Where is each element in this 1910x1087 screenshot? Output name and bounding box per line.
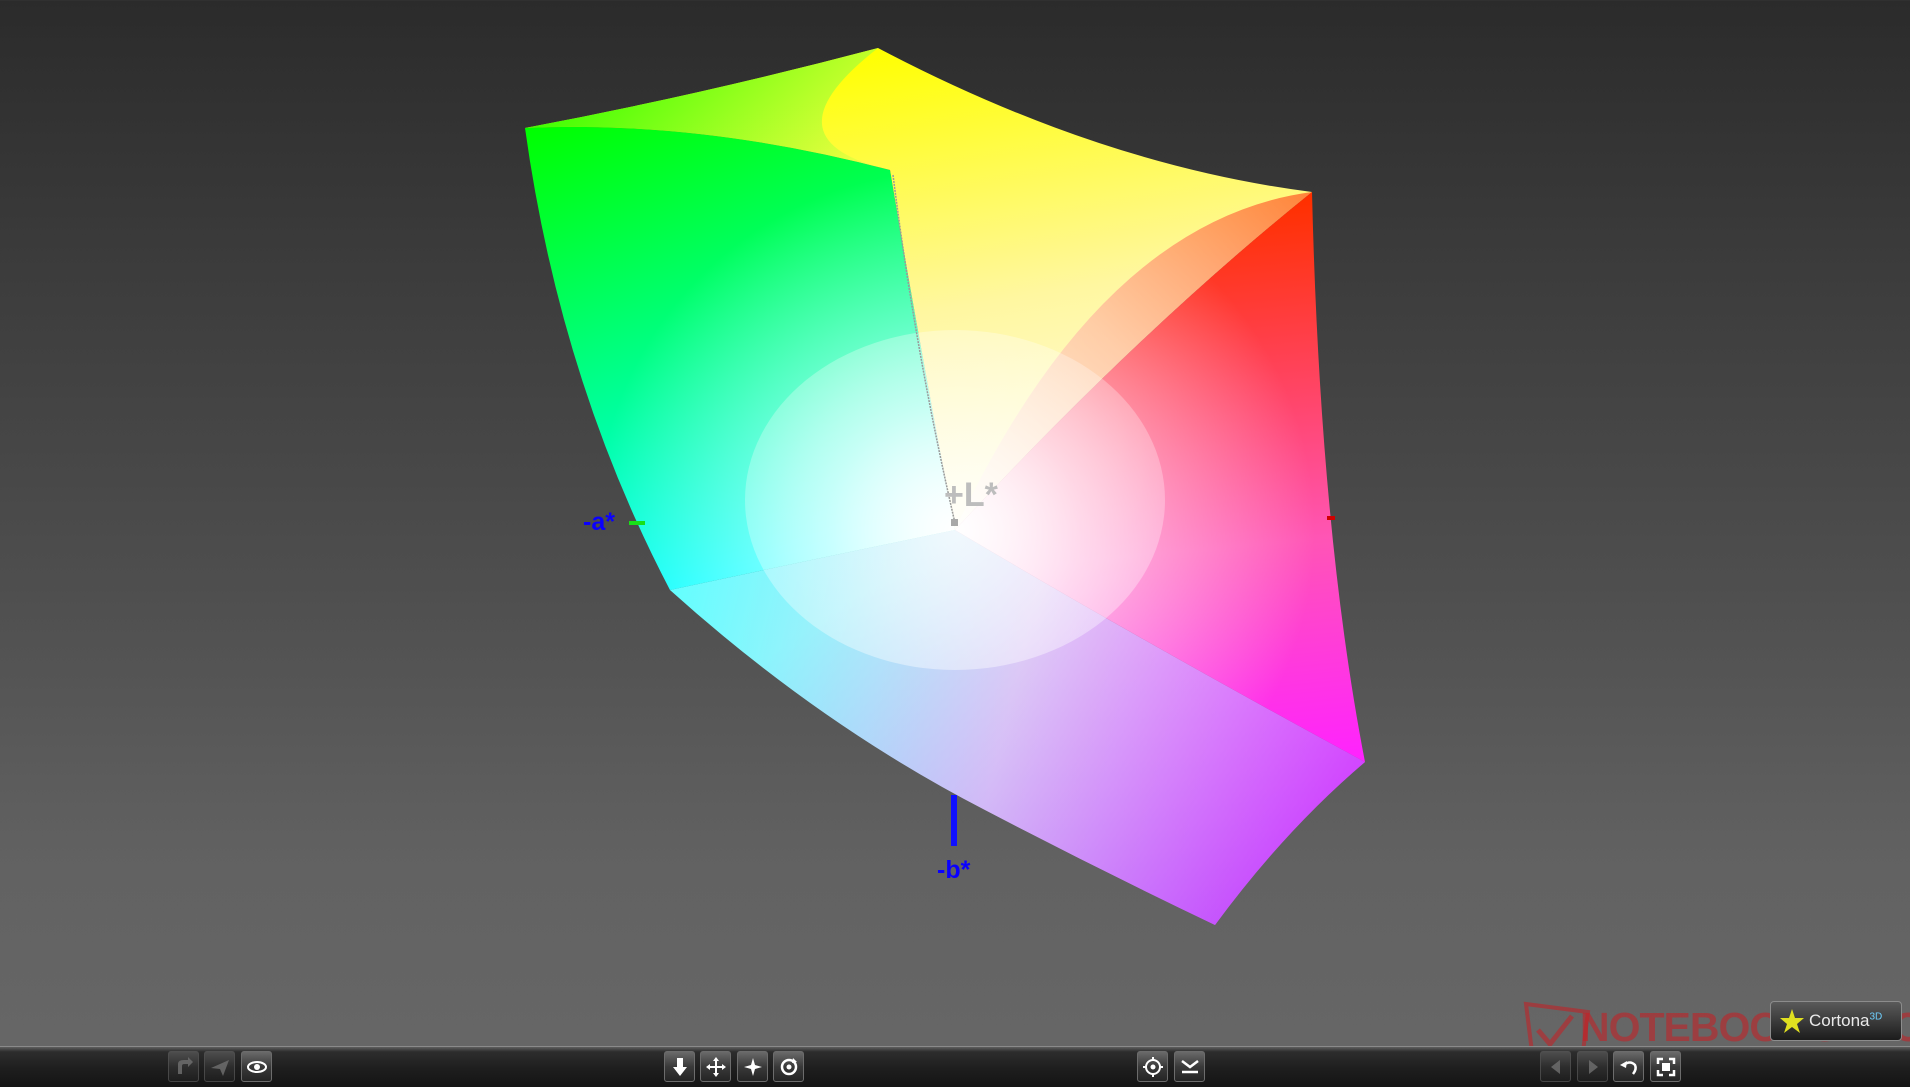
pan-icon [705, 1056, 726, 1077]
previous-viewpoint-icon [1550, 1059, 1560, 1074]
turn-button[interactable] [168, 1051, 199, 1082]
fly-mode-button[interactable] [737, 1051, 768, 1082]
fly-button[interactable] [204, 1051, 235, 1082]
3d-viewport[interactable]: -a* -b* +L* [0, 0, 1910, 1046]
view-button[interactable] [241, 1051, 272, 1082]
target-button[interactable] [1137, 1051, 1168, 1082]
undo-icon [1619, 1060, 1637, 1075]
previous-viewpoint-button[interactable] [1540, 1051, 1571, 1082]
walk-button[interactable] [664, 1051, 695, 1082]
next-viewpoint-button[interactable] [1577, 1051, 1608, 1082]
cortona-logo-icon [1780, 1009, 1804, 1033]
fit-button[interactable] [1650, 1051, 1681, 1082]
fly-mode-icon [743, 1057, 762, 1076]
cortona-label: Cortona3D [1809, 1011, 1883, 1030]
origin-marker [951, 519, 958, 526]
gamut-render[interactable] [0, 0, 1910, 1046]
fly-icon [210, 1059, 229, 1076]
eye-icon [246, 1060, 267, 1073]
rotate-icon [780, 1057, 797, 1075]
align-button[interactable] [1174, 1051, 1205, 1082]
undo-button[interactable] [1613, 1051, 1644, 1082]
minus-b-axis-label: -b* [937, 856, 971, 884]
cortona-badge[interactable]: Cortona3D [1770, 1001, 1902, 1041]
fit-icon [1656, 1057, 1675, 1076]
next-viewpoint-icon [1588, 1059, 1598, 1074]
rotate-button[interactable] [773, 1051, 804, 1082]
walk-icon [672, 1057, 687, 1076]
target-icon [1142, 1056, 1163, 1077]
align-icon [1180, 1059, 1199, 1073]
plus-l-axis-label: +L* [944, 476, 998, 514]
minus-a-axis-label: -a* [583, 508, 615, 536]
turn-icon [177, 1056, 193, 1074]
pan-button[interactable] [700, 1051, 731, 1082]
